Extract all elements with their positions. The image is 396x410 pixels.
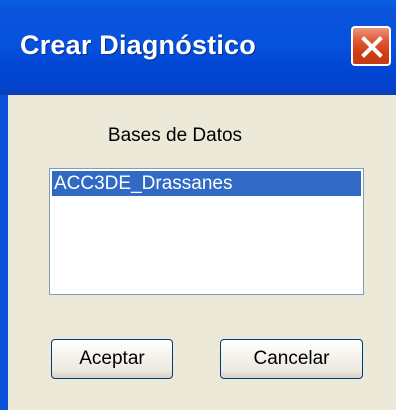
dialog-window: Crear Diagnóstico Bases de Datos ACC3DE_… [0,0,396,410]
list-item[interactable]: ACC3DE_Drassanes [52,171,361,196]
databases-label: Bases de Datos [107,125,243,146]
accept-button[interactable]: Aceptar [51,339,173,379]
cancel-button[interactable]: Cancelar [220,339,363,379]
close-icon [361,36,383,58]
title-bar[interactable]: Crear Diagnóstico [0,0,396,95]
close-button[interactable] [351,26,391,66]
dialog-body: Bases de Datos ACC3DE_Drassanes Aceptar … [8,95,396,410]
window-title: Crear Diagnóstico [20,30,256,60]
databases-listbox[interactable]: ACC3DE_Drassanes [49,168,364,295]
